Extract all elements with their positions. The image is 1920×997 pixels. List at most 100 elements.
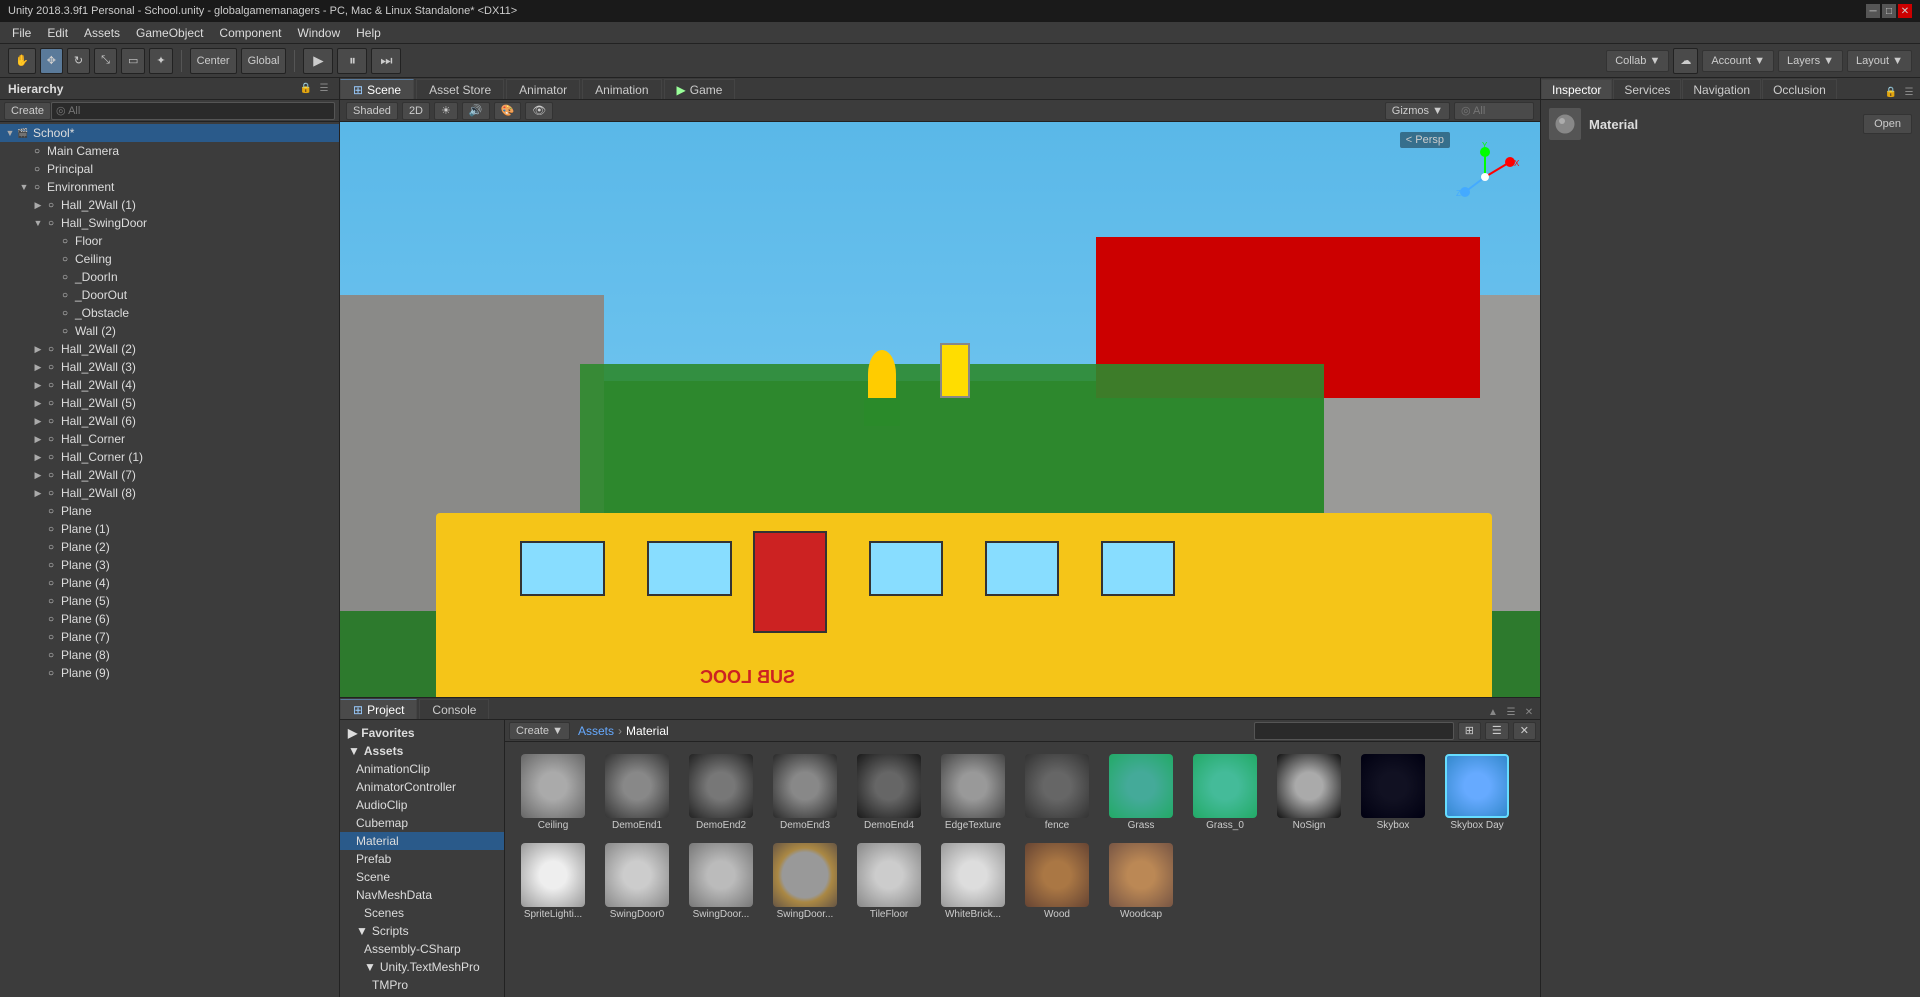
hierarchy-item-29[interactable]: ○Plane (8) bbox=[0, 646, 339, 664]
tree-arrow-4[interactable]: ▶ bbox=[32, 200, 44, 211]
menu-window[interactable]: Window bbox=[289, 24, 348, 42]
hierarchy-tree[interactable]: ▼🎬School*○Main Camera○Principal▼○Environ… bbox=[0, 122, 339, 997]
assets-create-button[interactable]: Create ▼ bbox=[509, 722, 570, 740]
shading-button[interactable]: Shaded bbox=[346, 102, 398, 120]
hierarchy-item-20[interactable]: ▶○Hall_2Wall (8) bbox=[0, 484, 339, 502]
tab-asset-store[interactable]: Asset Store bbox=[416, 79, 504, 99]
bottom-panel-close-button[interactable]: ✕ bbox=[1522, 705, 1536, 719]
tree-arrow-20[interactable]: ▶ bbox=[32, 488, 44, 499]
hierarchy-item-4[interactable]: ▶○Hall_2Wall (1) bbox=[0, 196, 339, 214]
lighting-button[interactable]: ☀ bbox=[434, 102, 458, 120]
hand-tool-button[interactable]: ✋ bbox=[8, 48, 36, 74]
material-thumb-2[interactable]: DemoEnd2 bbox=[681, 750, 761, 835]
menu-component[interactable]: Component bbox=[211, 24, 289, 42]
hidden-button[interactable]: 👁 bbox=[525, 102, 553, 120]
hierarchy-item-15[interactable]: ▶○Hall_2Wall (5) bbox=[0, 394, 339, 412]
gizmos-button[interactable]: Gizmos ▼ bbox=[1385, 102, 1450, 120]
assets-header[interactable]: ▼ Assets bbox=[340, 742, 504, 760]
hierarchy-item-7[interactable]: ○Ceiling bbox=[0, 250, 339, 268]
hierarchy-item-3[interactable]: ▼○Environment bbox=[0, 178, 339, 196]
tree-arrow-16[interactable]: ▶ bbox=[32, 416, 44, 427]
breadcrumb-assets[interactable]: Assets bbox=[578, 724, 614, 738]
asset-sidebar-item-navmeshdata[interactable]: NavMeshData bbox=[340, 886, 504, 904]
asset-sidebar-item-scripts[interactable]: ▼Scripts bbox=[340, 922, 504, 940]
assets-filter-button[interactable]: ⊞ bbox=[1458, 722, 1481, 740]
material-thumb-13[interactable]: SwingDoor0 bbox=[597, 839, 677, 924]
hierarchy-item-25[interactable]: ○Plane (4) bbox=[0, 574, 339, 592]
hierarchy-item-22[interactable]: ○Plane (1) bbox=[0, 520, 339, 538]
hierarchy-item-13[interactable]: ▶○Hall_2Wall (3) bbox=[0, 358, 339, 376]
hierarchy-item-23[interactable]: ○Plane (2) bbox=[0, 538, 339, 556]
inspector-open-button[interactable]: Open bbox=[1863, 114, 1912, 134]
2d-button[interactable]: 2D bbox=[402, 102, 430, 120]
effects-button[interactable]: 🎨 bbox=[494, 102, 522, 120]
asset-sidebar-item-prefab[interactable]: Prefab bbox=[340, 850, 504, 868]
cloud-button[interactable]: ☁ bbox=[1673, 48, 1698, 74]
hierarchy-item-9[interactable]: ○_DoorOut bbox=[0, 286, 339, 304]
scale-tool-button[interactable]: ⤡ bbox=[94, 48, 117, 74]
hierarchy-item-0[interactable]: ▼🎬School* bbox=[0, 124, 339, 142]
hierarchy-item-6[interactable]: ○Floor bbox=[0, 232, 339, 250]
play-button[interactable]: ▶ bbox=[303, 48, 333, 74]
inspector-tab-services[interactable]: Services bbox=[1613, 79, 1681, 99]
hierarchy-item-18[interactable]: ▶○Hall_Corner (1) bbox=[0, 448, 339, 466]
material-thumb-8[interactable]: Grass_0 bbox=[1185, 750, 1265, 835]
hierarchy-item-5[interactable]: ▼○Hall_SwingDoor bbox=[0, 214, 339, 232]
menu-assets[interactable]: Assets bbox=[76, 24, 128, 42]
hierarchy-lock-button[interactable]: 🔒 bbox=[299, 82, 313, 96]
tab-animation[interactable]: Animation bbox=[582, 79, 661, 99]
tree-arrow-5[interactable]: ▼ bbox=[32, 218, 44, 228]
hierarchy-item-30[interactable]: ○Plane (9) bbox=[0, 664, 339, 682]
minimize-button[interactable]: ─ bbox=[1866, 4, 1880, 18]
material-thumb-7[interactable]: Grass bbox=[1101, 750, 1181, 835]
hierarchy-item-24[interactable]: ○Plane (3) bbox=[0, 556, 339, 574]
assets-sidebar[interactable]: ▶ Favorites ▼ Assets AnimationClip Anima… bbox=[340, 720, 505, 997]
tab-project[interactable]: ⊞ Project bbox=[340, 699, 417, 719]
scene-search-input[interactable] bbox=[1454, 102, 1534, 120]
asset-sidebar-item-cubemap[interactable]: Cubemap bbox=[340, 814, 504, 832]
hierarchy-item-10[interactable]: ○_Obstacle bbox=[0, 304, 339, 322]
favorites-header[interactable]: ▶ Favorites bbox=[340, 724, 504, 742]
material-thumb-16[interactable]: TileFloor bbox=[849, 839, 929, 924]
tree-arrow-3[interactable]: ▼ bbox=[18, 182, 30, 192]
inspector-tab-inspector[interactable]: Inspector bbox=[1541, 79, 1612, 99]
hierarchy-item-19[interactable]: ▶○Hall_2Wall (7) bbox=[0, 466, 339, 484]
tree-arrow-18[interactable]: ▶ bbox=[32, 452, 44, 463]
tab-game[interactable]: ▶ Game bbox=[664, 79, 736, 99]
pause-button[interactable]: ⏸ bbox=[337, 48, 367, 74]
tree-arrow-19[interactable]: ▶ bbox=[32, 470, 44, 481]
tree-arrow-0[interactable]: ▼ bbox=[4, 128, 16, 138]
asset-sidebar-item-animationclip[interactable]: AnimationClip bbox=[340, 760, 504, 778]
tree-arrow-14[interactable]: ▶ bbox=[32, 380, 44, 391]
menu-help[interactable]: Help bbox=[348, 24, 389, 42]
asset-sidebar-item-scene[interactable]: Scene bbox=[340, 868, 504, 886]
hierarchy-create-button[interactable]: Create bbox=[4, 102, 51, 120]
rotate-tool-button[interactable]: ↻ bbox=[67, 48, 90, 74]
material-thumb-18[interactable]: Wood bbox=[1017, 839, 1097, 924]
tree-arrow-13[interactable]: ▶ bbox=[32, 362, 44, 373]
hierarchy-item-26[interactable]: ○Plane (5) bbox=[0, 592, 339, 610]
hierarchy-item-28[interactable]: ○Plane (7) bbox=[0, 628, 339, 646]
step-button[interactable]: ⏭ bbox=[371, 48, 401, 74]
material-thumb-14[interactable]: SwingDoor... bbox=[681, 839, 761, 924]
material-thumb-3[interactable]: DemoEnd3 bbox=[765, 750, 845, 835]
account-button[interactable]: Account ▼ bbox=[1702, 50, 1774, 72]
hierarchy-item-27[interactable]: ○Plane (6) bbox=[0, 610, 339, 628]
menu-file[interactable]: File bbox=[4, 24, 39, 42]
asset-sidebar-item-material[interactable]: Material bbox=[340, 832, 504, 850]
material-thumb-0[interactable]: Ceiling bbox=[513, 750, 593, 835]
inspector-menu-button[interactable]: ☰ bbox=[1902, 85, 1916, 99]
hierarchy-search-input[interactable] bbox=[51, 102, 335, 120]
hierarchy-item-2[interactable]: ○Principal bbox=[0, 160, 339, 178]
asset-sidebar-item-assembly[interactable]: Assembly-CSharp bbox=[340, 940, 504, 958]
menu-edit[interactable]: Edit bbox=[39, 24, 76, 42]
assets-search-input[interactable] bbox=[1254, 722, 1454, 740]
material-thumb-10[interactable]: Skybox bbox=[1353, 750, 1433, 835]
tree-arrow-12[interactable]: ▶ bbox=[32, 344, 44, 355]
assets-close-button[interactable]: ✕ bbox=[1513, 722, 1536, 740]
collab-button[interactable]: Collab ▼ bbox=[1606, 50, 1669, 72]
material-thumb-4[interactable]: DemoEnd4 bbox=[849, 750, 929, 835]
tree-arrow-17[interactable]: ▶ bbox=[32, 434, 44, 445]
material-thumb-9[interactable]: NoSign bbox=[1269, 750, 1349, 835]
scene-view[interactable]: SUB LOOC X Y Z bbox=[340, 122, 1540, 697]
